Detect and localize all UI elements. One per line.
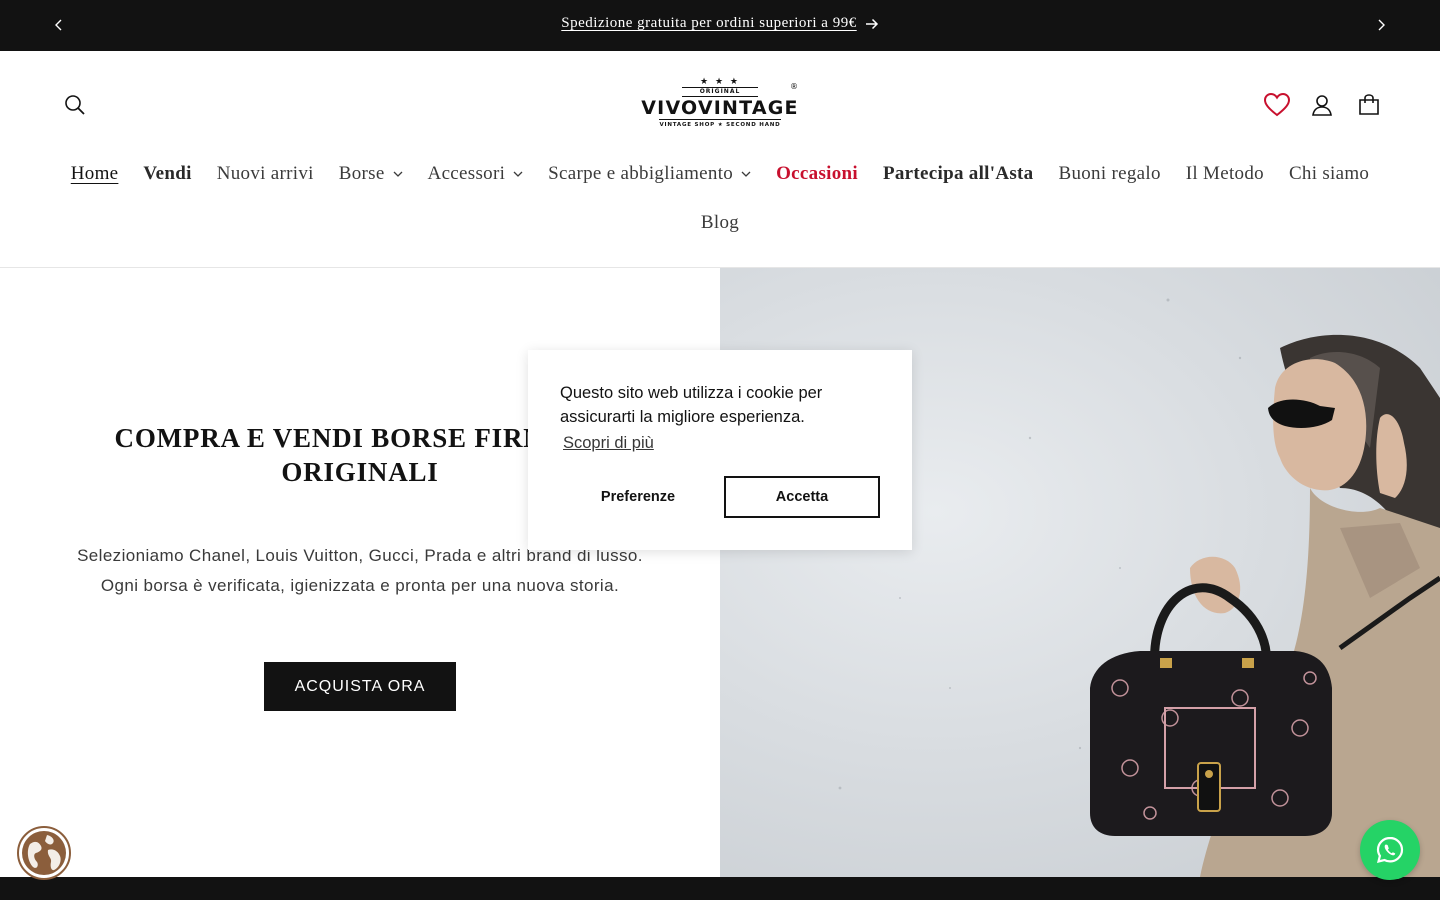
nav-item-label: Nuovi arrivi bbox=[216, 163, 314, 184]
nav-item-accessori[interactable]: Accessori bbox=[428, 163, 524, 185]
chevron-down-icon bbox=[393, 171, 403, 177]
shop-now-button[interactable]: ACQUISTA ORA bbox=[264, 662, 456, 711]
whatsapp-chat-button[interactable] bbox=[1360, 820, 1420, 880]
chevron-right-icon bbox=[1378, 19, 1385, 31]
nav-item-occasioni[interactable]: Occasioni bbox=[776, 163, 858, 185]
search-icon bbox=[65, 95, 85, 115]
announcement-next-button[interactable] bbox=[1369, 13, 1393, 37]
cart-button[interactable] bbox=[1355, 91, 1383, 119]
announcement-message: Spedizione gratuita per ordini superiori… bbox=[0, 15, 1440, 32]
nav-item-home[interactable]: Home bbox=[71, 163, 119, 185]
arrow-right-icon bbox=[865, 18, 878, 29]
globe-icon bbox=[17, 826, 71, 880]
nav-item-label: Partecipa all'Asta bbox=[882, 163, 1034, 184]
logo-top-text: ORIGINAL bbox=[681, 87, 759, 97]
main-navigation: Home Vendi Nuovi arrivi Borse Accessori Scarp… bbox=[0, 160, 1440, 237]
logo[interactable]: ★ ★ ★ ORIGINAL VIVOVINTAGE VINTAGE SHOP … bbox=[640, 78, 800, 134]
nav-item-label: Scarpe e abbigliamento bbox=[548, 163, 734, 184]
cookie-message: Questo sito web utilizza i cookie per as… bbox=[560, 384, 823, 426]
nav-item-label: Vendi bbox=[143, 163, 192, 184]
nav-item-label: Chi siamo bbox=[1288, 163, 1370, 184]
menu-row-2: Blog bbox=[0, 209, 1440, 237]
cookie-learn-more-link[interactable]: Scopri di più bbox=[563, 434, 654, 453]
nav-item-label: Accessori bbox=[427, 163, 506, 184]
nav-item-label: Buoni regalo bbox=[1058, 163, 1161, 184]
chevron-down-icon bbox=[513, 171, 523, 177]
nav-item-scarpe-e-abbigliamento[interactable]: Scarpe e abbigliamento bbox=[548, 163, 751, 185]
nav-item-buoni-regalo[interactable]: Buoni regalo bbox=[1058, 163, 1160, 185]
account-button[interactable] bbox=[1308, 91, 1336, 119]
logo-brand: VIVOVINTAGE bbox=[641, 97, 799, 119]
announcement-bar: Spedizione gratuita per ordini superiori… bbox=[0, 0, 1440, 51]
nav-item-blog[interactable]: Blog bbox=[701, 212, 739, 234]
menu-row-1: Home Vendi Nuovi arrivi Borse Accessori Scarp… bbox=[0, 160, 1440, 188]
hero-subtitle: Selezioniamo Chanel, Louis Vuitton, Gucc… bbox=[40, 541, 680, 601]
search-button[interactable] bbox=[61, 91, 89, 119]
cookie-accept-button[interactable]: Accetta bbox=[724, 476, 880, 518]
language-selector-button[interactable] bbox=[17, 826, 71, 880]
announcement-link[interactable]: Spedizione gratuita per ordini superiori… bbox=[561, 15, 878, 32]
nav-item-partecipa-all-asta[interactable]: Partecipa all'Asta bbox=[883, 163, 1034, 185]
wishlist-button[interactable] bbox=[1263, 91, 1291, 119]
hero-title-line2: ORIGINALI bbox=[281, 457, 439, 487]
nav-item-chi-siamo[interactable]: Chi siamo bbox=[1289, 163, 1369, 185]
account-icon bbox=[1312, 95, 1332, 116]
nav-item-label: Blog bbox=[700, 212, 740, 233]
nav-item-label: Borse bbox=[338, 163, 385, 184]
hero-subtitle-line2: Ogni borsa è verificata, igienizzata e p… bbox=[100, 576, 620, 595]
logo-stars: ★ ★ ★ bbox=[700, 77, 740, 87]
nav-item-label: Home bbox=[70, 163, 119, 184]
nav-item-label: Il Metodo bbox=[1185, 163, 1264, 184]
announcement-text: Spedizione gratuita per ordini superiori… bbox=[561, 15, 857, 31]
nav-item-vendi[interactable]: Vendi bbox=[143, 163, 191, 185]
whatsapp-icon bbox=[1376, 836, 1404, 864]
logo-registered: ® bbox=[790, 82, 798, 91]
cookie-banner: Questo sito web utilizza i cookie per as… bbox=[528, 350, 912, 550]
footer-bar bbox=[0, 877, 1440, 900]
cookie-preferences-button[interactable]: Preferenze bbox=[561, 476, 715, 518]
logo-tagline: VINTAGE SHOP ★ SECOND HAND bbox=[659, 119, 781, 129]
nav-item-borse[interactable]: Borse bbox=[339, 163, 403, 185]
chevron-down-icon bbox=[741, 171, 751, 177]
nav-item-il-metodo[interactable]: Il Metodo bbox=[1186, 163, 1264, 185]
nav-item-nuovi-arrivi[interactable]: Nuovi arrivi bbox=[217, 163, 314, 185]
cart-icon bbox=[1359, 94, 1379, 115]
nav-item-label: Occasioni bbox=[776, 163, 858, 184]
heart-icon bbox=[1264, 93, 1290, 117]
